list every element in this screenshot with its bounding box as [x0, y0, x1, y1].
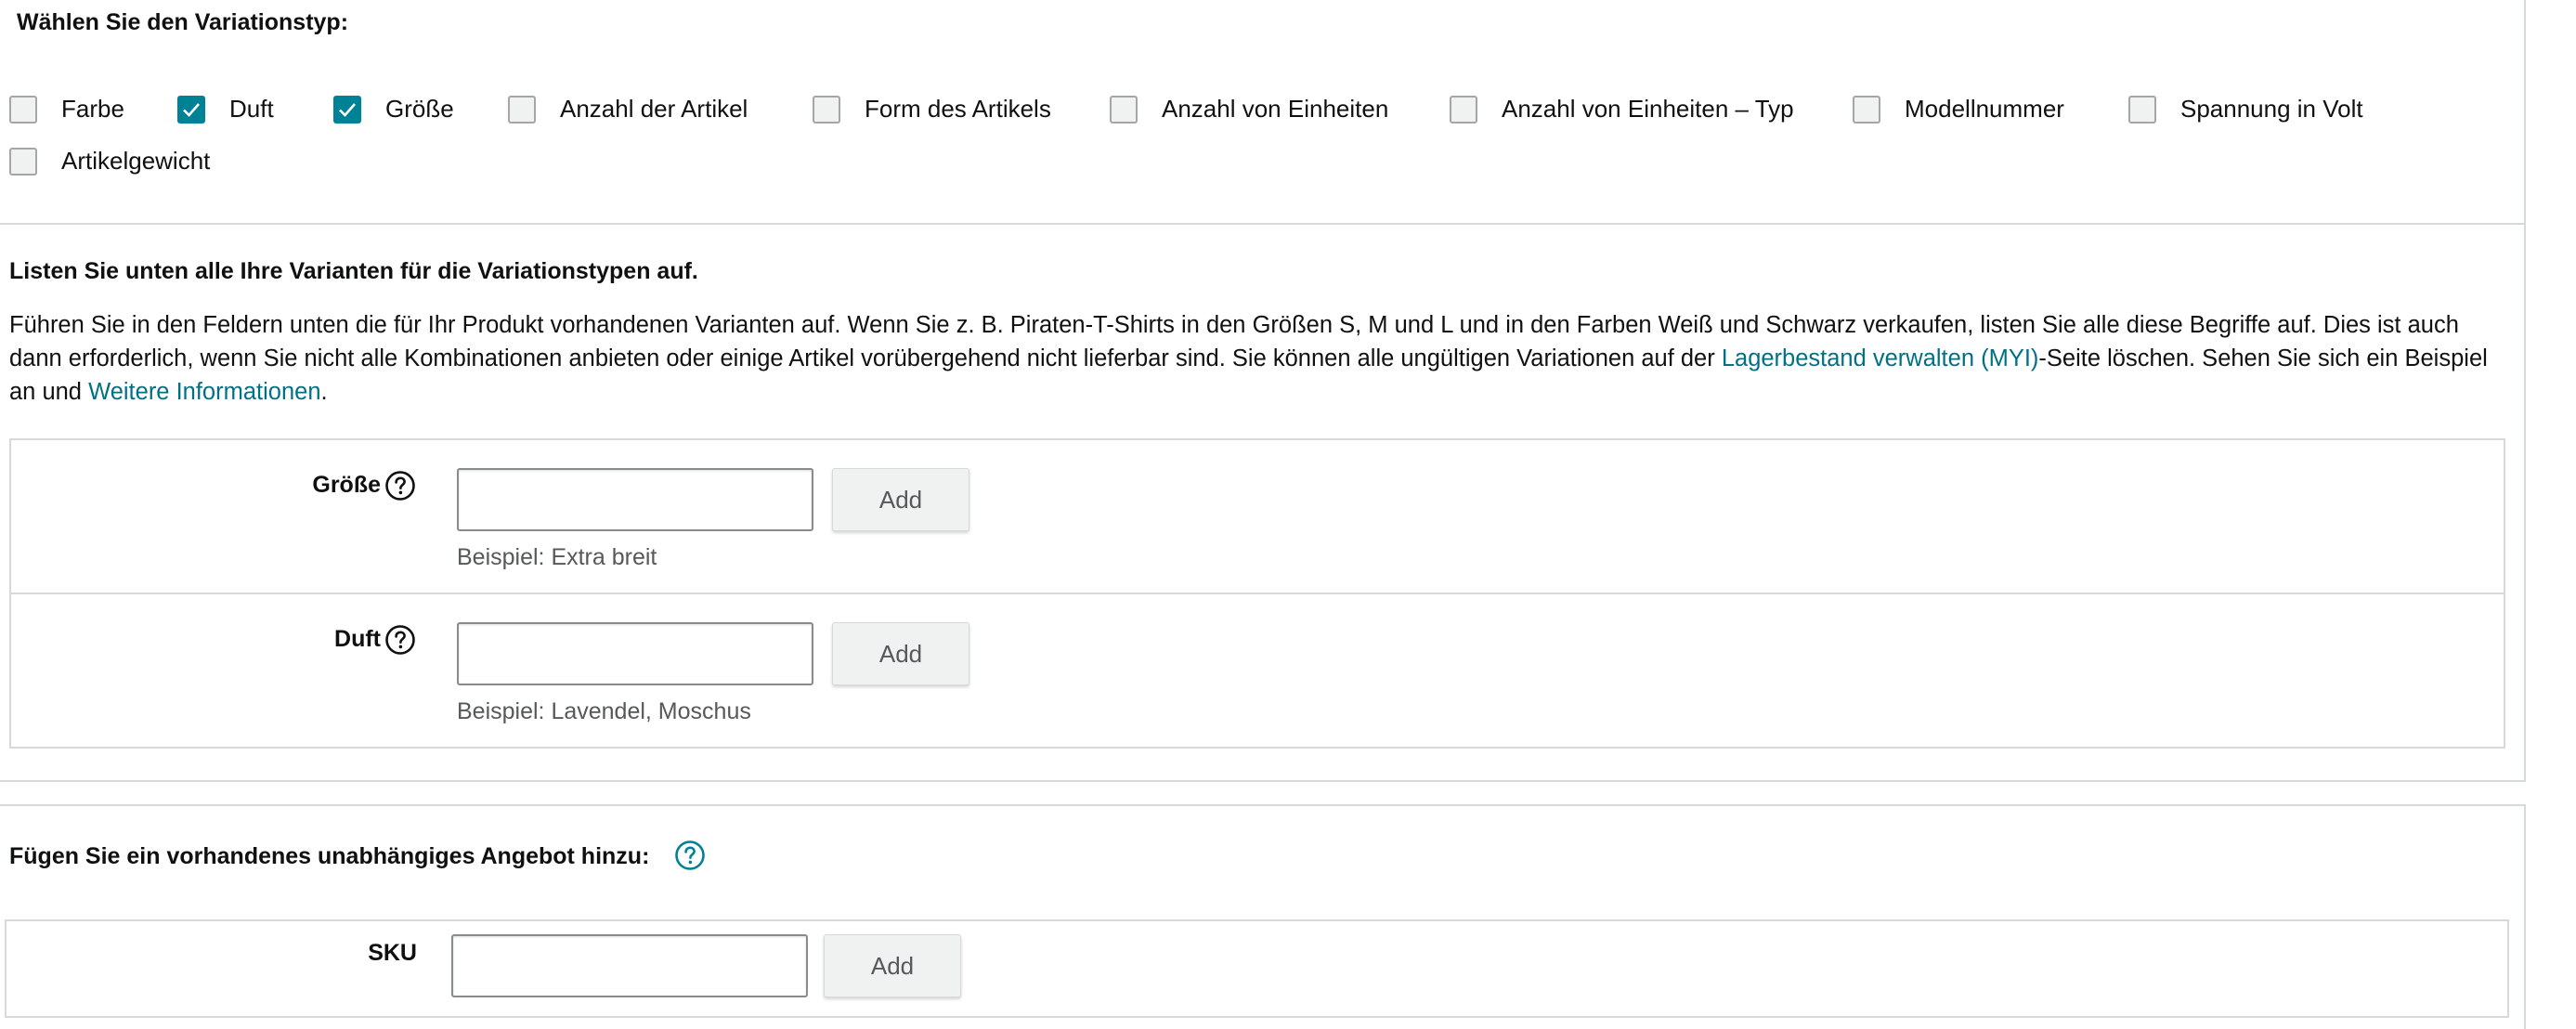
- size-variant-row: Größe Add Beispiel: Extra breit: [9, 438, 2505, 594]
- option-label: Spannung in Volt: [2180, 95, 2363, 123]
- scent-input[interactable]: [457, 622, 813, 685]
- manage-inventory-link[interactable]: Lagerbestand verwalten (MYI): [1722, 345, 2039, 371]
- scent-example: Beispiel: Lavendel, Moschus: [457, 698, 751, 724]
- option-label: Duft: [229, 95, 274, 123]
- option-duft[interactable]: Duft: [177, 95, 274, 124]
- option-modellnummer[interactable]: Modellnummer: [1853, 95, 2064, 124]
- variation-type-section: Wählen Sie den Variationstyp: Farbe Duft…: [0, 0, 2526, 225]
- scent-variant-row: Duft Add Beispiel: Lavendel, Moschus: [9, 593, 2505, 749]
- sku-label: SKU: [368, 940, 417, 966]
- variation-page: Wählen Sie den Variationstyp: Farbe Duft…: [0, 0, 2576, 1029]
- description-text: .: [320, 379, 328, 405]
- option-label: Anzahl von Einheiten: [1162, 95, 1389, 123]
- option-spannung-volt[interactable]: Spannung in Volt: [2128, 95, 2363, 124]
- size-input[interactable]: [457, 468, 813, 531]
- checkbox-modellnummer[interactable]: [1853, 95, 1880, 124]
- scent-label: Duft: [334, 626, 381, 652]
- checkbox-spannung-volt[interactable]: [2128, 95, 2156, 124]
- sku-row: SKU Add: [5, 919, 2509, 1018]
- checkbox-duft[interactable]: [177, 95, 205, 124]
- option-label: Form des Artikels: [865, 95, 1051, 123]
- option-farbe[interactable]: Farbe: [9, 95, 124, 124]
- option-artikelgewicht[interactable]: Artikelgewicht: [9, 147, 210, 176]
- existing-offer-section: Fügen Sie ein vorhandenes unabhängiges A…: [0, 804, 2526, 1029]
- variation-type-title: Wählen Sie den Variationstyp:: [17, 9, 349, 35]
- help-icon[interactable]: [384, 624, 416, 656]
- add-sku-button[interactable]: Add: [824, 934, 961, 997]
- size-label: Größe: [312, 472, 381, 498]
- variants-title: Listen Sie unten alle Ihre Varianten für…: [9, 258, 698, 284]
- option-label: Anzahl der Artikel: [560, 95, 748, 123]
- option-groesse[interactable]: Größe: [333, 95, 454, 124]
- checkbox-anzahl-einheiten[interactable]: [1110, 95, 1138, 124]
- checkbox-anzahl-artikel[interactable]: [508, 95, 536, 124]
- checkbox-groesse[interactable]: [333, 95, 361, 124]
- option-form-artikel[interactable]: Form des Artikels: [813, 95, 1051, 124]
- option-label: Modellnummer: [1905, 95, 2064, 123]
- checkbox-artikelgewicht[interactable]: [9, 147, 37, 176]
- option-label: Größe: [385, 95, 454, 123]
- checkmark-icon: [339, 102, 356, 117]
- option-anzahl-einheiten[interactable]: Anzahl von Einheiten: [1110, 95, 1388, 124]
- checkmark-icon: [183, 102, 200, 117]
- option-label: Anzahl von Einheiten – Typ: [1502, 95, 1794, 123]
- more-info-link[interactable]: Weitere Informationen: [88, 379, 320, 405]
- sku-input[interactable]: [451, 934, 808, 997]
- add-size-button[interactable]: Add: [832, 468, 969, 531]
- size-example: Beispiel: Extra breit: [457, 544, 657, 570]
- checkbox-form-artikel[interactable]: [813, 95, 840, 124]
- option-label: Farbe: [61, 95, 124, 123]
- option-anzahl-artikel[interactable]: Anzahl der Artikel: [508, 95, 748, 124]
- option-anzahl-einheiten-typ[interactable]: Anzahl von Einheiten – Typ: [1450, 95, 1794, 124]
- add-scent-button[interactable]: Add: [832, 622, 969, 685]
- option-label: Artikelgewicht: [61, 147, 211, 175]
- checkbox-anzahl-einheiten-typ[interactable]: [1450, 95, 1477, 124]
- existing-offer-title: Fügen Sie ein vorhandenes unabhängiges A…: [9, 843, 650, 869]
- checkbox-farbe[interactable]: [9, 95, 37, 124]
- help-icon[interactable]: [384, 470, 416, 501]
- variants-section: Listen Sie unten alle Ihre Varianten für…: [0, 223, 2526, 782]
- variants-description: Führen Sie in den Feldern unten die für …: [9, 308, 2507, 409]
- help-icon[interactable]: [674, 840, 706, 871]
